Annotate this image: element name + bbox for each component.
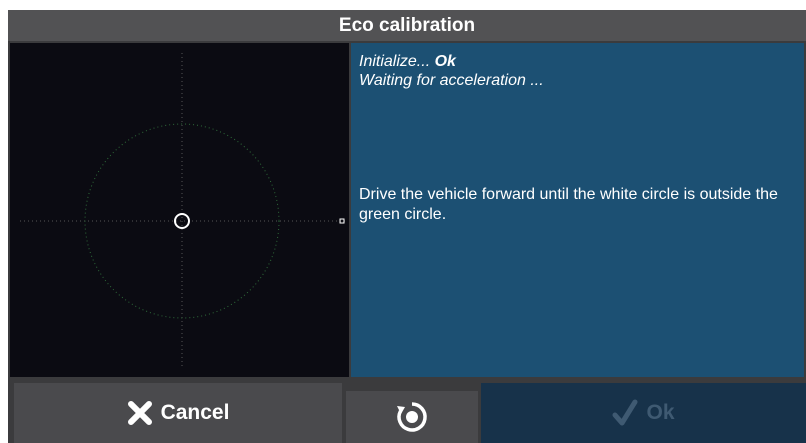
ok-button[interactable]: Ok xyxy=(481,383,806,443)
reset-circle-icon xyxy=(395,400,429,434)
init-status-prefix: Initialize... xyxy=(359,53,435,70)
ok-label: Ok xyxy=(646,401,675,424)
close-x-icon xyxy=(127,400,153,426)
dialog-title: Eco calibration xyxy=(8,10,806,41)
checkmark-icon xyxy=(612,399,638,427)
waiting-status-line: Waiting for acceleration ... xyxy=(359,71,796,90)
eco-calibration-dialog: Eco calibration Initialize... Ok Waiting… xyxy=(8,10,806,443)
screen: Eco calibration Initialize... Ok Waiting… xyxy=(0,0,806,443)
init-status-value: Ok xyxy=(434,53,456,70)
waiting-status-text: Waiting for acceleration ... xyxy=(359,72,544,89)
calibration-graphic xyxy=(20,53,345,368)
cancel-label: Cancel xyxy=(160,401,230,424)
reset-button[interactable] xyxy=(346,391,478,443)
info-panel: Initialize... Ok Waiting for acceleratio… xyxy=(351,43,804,377)
init-status-line: Initialize... Ok xyxy=(359,52,796,71)
instruction-text: Drive the vehicle forward until the whit… xyxy=(359,186,778,223)
cancel-button[interactable]: Cancel xyxy=(14,383,342,443)
calibration-target-view xyxy=(10,43,349,377)
